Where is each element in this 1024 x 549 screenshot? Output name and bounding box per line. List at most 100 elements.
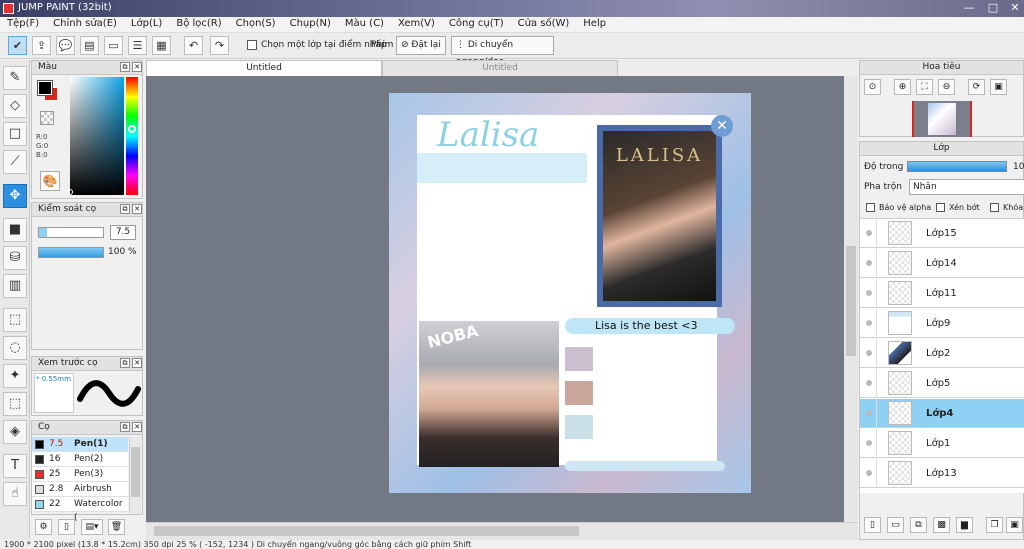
canvas-horizontal-thumb[interactable]: [154, 526, 579, 536]
undo-icon[interactable]: ↶: [184, 36, 203, 55]
bucket-tool-icon[interactable]: ⛁: [3, 246, 27, 270]
magic-wand-tool-icon[interactable]: ✦: [3, 364, 27, 388]
brush-opacity-slider[interactable]: [38, 247, 104, 258]
panel-close-icon[interactable]: ✕: [132, 204, 142, 214]
panel-float-icon[interactable]: ⧉: [120, 358, 130, 368]
tab-untitled[interactable]: Untitled: [382, 60, 618, 76]
export-icon[interactable]: ⇪: [32, 36, 51, 55]
lasso-tool-icon[interactable]: ◌: [3, 336, 27, 360]
menu-window[interactable]: Cửa số(W): [511, 17, 577, 32]
zoom-in-icon[interactable]: ⊕: [894, 79, 911, 95]
fit-window-icon[interactable]: ⛶: [916, 79, 933, 95]
fill-rect-tool-icon[interactable]: ■: [3, 218, 27, 242]
menu-tools[interactable]: Công cụ(T): [442, 17, 511, 32]
duplicate-layer-icon[interactable]: ⧉: [910, 517, 927, 533]
layer-row[interactable]: Lớp9: [860, 309, 1024, 338]
lock-checkbox[interactable]: [990, 203, 999, 212]
visibility-icon[interactable]: [866, 380, 872, 386]
new-layer-icon[interactable]: ▯: [864, 517, 881, 533]
brush-menu-icon[interactable]: ▤▾: [81, 519, 103, 535]
color-picker-handle[interactable]: [67, 189, 73, 195]
layer-row[interactable]: Lớp15: [860, 219, 1024, 248]
layer-opacity-slider[interactable]: [907, 161, 1007, 172]
layer-row[interactable]: Lớp13: [860, 459, 1024, 488]
visibility-icon[interactable]: [866, 320, 872, 326]
rect-select-tool-icon[interactable]: ⬚: [3, 308, 27, 332]
message-icon[interactable]: ▤: [80, 36, 99, 55]
merge-layer-icon[interactable]: ❐: [986, 517, 1003, 533]
brush-settings-icon[interactable]: ⚙: [35, 519, 52, 535]
text-tool-icon[interactable]: T: [3, 454, 27, 478]
brush-size-value[interactable]: 7.5: [110, 225, 136, 240]
layer-settings-icon[interactable]: ▣: [1006, 517, 1023, 533]
delete-brush-icon[interactable]: 🗑: [108, 519, 125, 535]
zoom-fit-icon[interactable]: ⊙: [864, 79, 881, 95]
new-brush-icon[interactable]: ▯: [58, 519, 75, 535]
hue-slider[interactable]: [126, 77, 138, 195]
canvas-vertical-thumb[interactable]: [846, 246, 856, 356]
eraser-tool-icon[interactable]: ◇: [3, 94, 27, 118]
navigator-preview[interactable]: [912, 101, 972, 137]
grid-icon[interactable]: ▦: [152, 36, 171, 55]
brush-list-scroll-thumb[interactable]: [131, 447, 140, 497]
minimize-button[interactable]: —: [958, 0, 980, 16]
panel-float-icon[interactable]: ⧉: [120, 204, 130, 214]
folder-icon[interactable]: ▆: [956, 517, 973, 533]
transparent-color-swatch[interactable]: [40, 111, 54, 125]
hand-tool-icon[interactable]: ☝: [3, 482, 27, 506]
move-tool-icon[interactable]: ✥: [3, 184, 27, 208]
menu-layer[interactable]: Lớp(L): [124, 17, 169, 32]
redo-icon[interactable]: ↷: [210, 36, 229, 55]
visibility-icon[interactable]: [866, 470, 872, 476]
layer-row[interactable]: Lớp11: [860, 279, 1024, 308]
visibility-icon[interactable]: [866, 440, 872, 446]
visibility-icon[interactable]: [866, 350, 872, 356]
layer-row[interactable]: Lớp2: [860, 339, 1024, 368]
panel-float-icon[interactable]: ⧉: [120, 422, 130, 432]
line-tool-icon[interactable]: ⟋: [3, 150, 27, 174]
layer-row[interactable]: Lớp5: [860, 369, 1024, 398]
menu-help[interactable]: Help: [576, 17, 613, 32]
gradient-tool-icon[interactable]: ▥: [3, 274, 27, 298]
canvas-area[interactable]: Lalisa LALISA ✕ Lisa is the best <3 NOBA: [146, 76, 858, 522]
brush-item[interactable]: 25 Pen(3): [32, 467, 128, 482]
visibility-icon[interactable]: [866, 260, 872, 266]
flip-icon[interactable]: ▣: [990, 79, 1007, 95]
brush-item[interactable]: 16 Pen(2): [32, 452, 128, 467]
brush-list-scrollbar[interactable]: [129, 437, 141, 513]
panel-close-icon[interactable]: ✕: [132, 422, 142, 432]
select-pen-tool-icon[interactable]: ⬚: [3, 392, 27, 416]
menu-color[interactable]: Màu (C): [338, 17, 391, 32]
menu-filter[interactable]: Bộ lọc(R): [169, 17, 228, 32]
menu-file[interactable]: Tệp(F): [0, 17, 46, 32]
blend-mode-select[interactable]: Nhân: [909, 179, 1024, 195]
move-hv-button[interactable]: ⋮ Di chuyển ngang/dọc: [451, 36, 554, 67]
palette-icon[interactable]: 🎨: [40, 171, 60, 191]
panel-float-icon[interactable]: ⧉: [120, 62, 130, 72]
menu-view[interactable]: Xem(V): [391, 17, 442, 32]
menu-capture[interactable]: Chụp(N): [283, 17, 338, 32]
document-canvas[interactable]: Lalisa LALISA ✕ Lisa is the best <3 NOBA: [389, 93, 751, 493]
zoom-out-icon[interactable]: ⊖: [938, 79, 955, 95]
visibility-icon[interactable]: [866, 290, 872, 296]
brush-tool-icon[interactable]: ✎: [3, 66, 27, 90]
rectangle-tool-icon[interactable]: □: [3, 122, 27, 146]
maximize-button[interactable]: □: [982, 0, 1004, 16]
hue-slider-handle[interactable]: [128, 125, 136, 133]
foreground-color-swatch[interactable]: [37, 80, 53, 96]
brush-item[interactable]: 7.5 Pen(1): [32, 437, 128, 452]
protect-alpha-checkbox[interactable]: [866, 203, 875, 212]
visibility-icon[interactable]: [866, 230, 872, 236]
select-eraser-tool-icon[interactable]: ◈: [3, 420, 27, 444]
saturation-value-picker[interactable]: [70, 77, 124, 195]
menu-select[interactable]: Chọn(S): [229, 17, 283, 32]
brush-item[interactable]: 22 Watercolor (: [32, 497, 128, 523]
reset-button[interactable]: ⊘ Đặt lại: [396, 36, 446, 55]
tone-layer-icon[interactable]: ▩: [933, 517, 950, 533]
comment-icon[interactable]: 💬: [56, 36, 75, 55]
panel-close-icon[interactable]: ✕: [132, 62, 142, 72]
close-button[interactable]: ✕: [1004, 0, 1024, 16]
page-icon[interactable]: ▭: [104, 36, 123, 55]
layer-row[interactable]: Lớp14: [860, 249, 1024, 278]
rotate-icon[interactable]: ⟳: [968, 79, 985, 95]
